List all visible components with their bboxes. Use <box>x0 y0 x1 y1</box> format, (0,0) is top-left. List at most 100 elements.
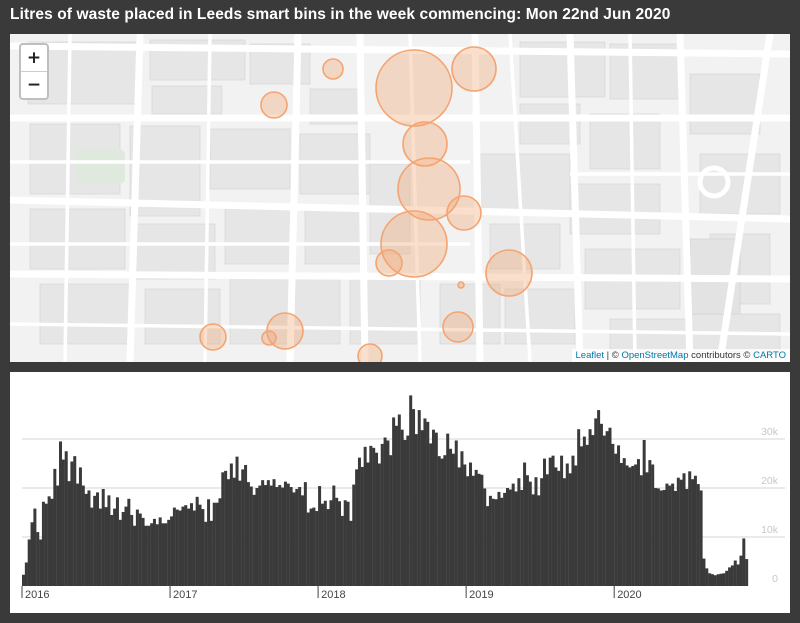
waste-bubble[interactable] <box>446 195 482 231</box>
y-tick-label: 30k <box>761 426 779 438</box>
bar <box>622 458 626 586</box>
bar <box>394 425 398 586</box>
bar <box>639 475 643 586</box>
bar <box>659 490 663 586</box>
bar <box>315 511 319 586</box>
waste-bubble[interactable] <box>199 323 227 351</box>
waste-bubble[interactable] <box>457 281 465 289</box>
carto-link[interactable]: CARTO <box>753 350 786 361</box>
bar <box>355 469 359 586</box>
bar <box>286 483 290 586</box>
bar <box>303 482 307 586</box>
waste-bubble[interactable] <box>357 343 383 362</box>
bar <box>634 464 638 586</box>
bar <box>671 483 675 586</box>
bar <box>514 491 518 586</box>
zoom-out-button[interactable]: − <box>21 72 47 98</box>
bar <box>429 443 433 586</box>
bar <box>426 421 430 586</box>
bar <box>98 508 102 586</box>
bar <box>192 510 196 586</box>
bar <box>340 515 344 586</box>
bar <box>81 485 85 586</box>
bar <box>551 455 555 586</box>
waste-bubble[interactable] <box>442 311 474 343</box>
bar <box>654 488 658 586</box>
bar <box>392 417 396 586</box>
bar <box>574 465 578 586</box>
bar <box>631 465 635 586</box>
bar <box>269 485 273 586</box>
bar <box>39 539 43 586</box>
bar <box>326 509 330 586</box>
bar <box>389 455 393 586</box>
bar <box>691 479 695 586</box>
bar <box>178 510 182 586</box>
openstreetmap-link[interactable]: OpenStreetMap <box>621 350 688 361</box>
bar <box>232 477 236 586</box>
bar <box>201 509 205 586</box>
bar <box>486 506 490 586</box>
bar-chart: 0 10k 20k 30k 2016 2017 2018 2019 2020 <box>21 395 785 601</box>
bar <box>59 441 63 586</box>
bar <box>244 464 248 586</box>
bar <box>534 477 538 586</box>
bar <box>141 517 145 586</box>
bar <box>164 523 168 586</box>
bar <box>238 480 242 586</box>
waste-bubble[interactable] <box>451 46 497 92</box>
bar <box>118 519 122 586</box>
bar <box>506 488 509 586</box>
bar <box>30 522 34 586</box>
bar <box>685 488 689 586</box>
bar <box>693 475 697 586</box>
waste-bubble[interactable] <box>485 249 533 297</box>
bar <box>377 463 381 586</box>
bar <box>742 538 746 586</box>
weekly-waste-chart[interactable]: 0 10k 20k 30k 2016 2017 2018 2019 2020 <box>10 372 790 613</box>
bar <box>158 517 162 586</box>
bar <box>172 507 176 586</box>
bar <box>312 507 316 586</box>
bar <box>369 445 373 586</box>
bar <box>218 498 222 586</box>
bar <box>582 436 586 586</box>
bar <box>454 440 458 586</box>
bar <box>295 488 299 586</box>
bar <box>699 490 703 586</box>
bar <box>608 427 612 586</box>
bar <box>383 437 387 586</box>
bar <box>414 434 418 586</box>
map-panel[interactable]: + − Leaflet | © OpenStreetMap contributo… <box>10 34 790 362</box>
bar <box>121 512 125 586</box>
bar <box>710 574 714 586</box>
waste-bubble[interactable] <box>375 49 453 127</box>
bar <box>628 467 632 586</box>
bar <box>366 462 370 586</box>
bar <box>78 467 82 586</box>
bar <box>170 516 174 586</box>
bar <box>594 418 598 586</box>
bar <box>323 500 327 586</box>
waste-bubble[interactable] <box>322 58 344 80</box>
bar <box>386 440 390 586</box>
bar <box>668 485 672 586</box>
zoom-in-button[interactable]: + <box>21 45 47 72</box>
bar <box>147 525 151 586</box>
bar <box>520 489 524 586</box>
waste-bubble[interactable] <box>260 91 288 119</box>
bar <box>221 472 225 586</box>
bar <box>665 483 669 586</box>
bar <box>306 512 310 586</box>
bar <box>619 463 623 586</box>
bar <box>380 443 384 586</box>
bar <box>207 499 211 586</box>
bar <box>591 435 595 586</box>
bar <box>104 507 108 586</box>
waste-bubble[interactable] <box>261 330 277 346</box>
bar <box>412 409 416 586</box>
bar <box>184 505 188 586</box>
bar <box>133 525 137 586</box>
leaflet-link[interactable]: Leaflet <box>576 350 605 361</box>
waste-bubble[interactable] <box>375 249 403 277</box>
